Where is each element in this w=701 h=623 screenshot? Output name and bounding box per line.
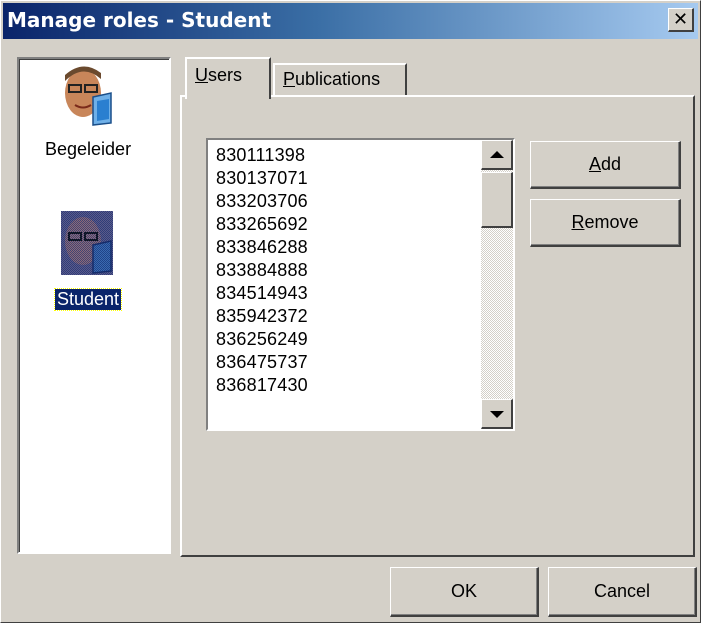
users-list-items: 830111398 830137071 833203706 833265692 …	[216, 144, 308, 397]
ok-button[interactable]: OK	[390, 567, 539, 617]
tab-publications[interactable]: Publications	[273, 63, 407, 97]
add-button[interactable]: Add	[530, 141, 681, 189]
close-icon: ✕	[672, 9, 689, 30]
users-listbox[interactable]: 830111398 830137071 833203706 833265692 …	[206, 138, 515, 431]
tab-users[interactable]: Users	[185, 57, 271, 99]
list-item[interactable]: 833265692	[216, 213, 308, 236]
role-label-student: Student	[53, 288, 123, 311]
list-item[interactable]: 833846288	[216, 236, 308, 259]
scroll-thumb[interactable]	[481, 172, 513, 228]
cancel-button-label: Cancel	[593, 581, 651, 601]
scroll-up-button[interactable]	[481, 140, 513, 170]
add-button-label: Add	[588, 154, 622, 174]
scroll-down-button[interactable]	[481, 399, 513, 429]
person-icon	[61, 211, 113, 275]
vertical-scrollbar[interactable]	[481, 140, 513, 429]
remove-button[interactable]: Remove	[530, 199, 681, 247]
cancel-button[interactable]: Cancel	[548, 567, 697, 617]
list-item[interactable]: 834514943	[216, 282, 308, 305]
close-button[interactable]: ✕	[668, 8, 694, 32]
list-item[interactable]: 830111398	[216, 144, 308, 167]
arrow-up-icon	[490, 151, 504, 158]
list-item[interactable]: 836256249	[216, 328, 308, 351]
window-title: Manage roles - Student	[7, 8, 272, 32]
list-item[interactable]: 835942372	[216, 305, 308, 328]
roles-list[interactable]: Begeleider Student	[17, 57, 171, 554]
list-item[interactable]: 833884888	[216, 259, 308, 282]
person-icon	[61, 63, 113, 127]
list-item[interactable]: 836475737	[216, 351, 308, 374]
list-item[interactable]: 830137071	[216, 167, 308, 190]
remove-button-label: Remove	[571, 212, 639, 232]
role-label-begeleider: Begeleider	[45, 139, 132, 159]
ok-button-label: OK	[450, 581, 477, 601]
title-bar[interactable]: Manage roles - Student ✕	[3, 3, 698, 39]
manage-roles-dialog: Manage roles - Student ✕ Begeleider Stud…	[0, 0, 701, 623]
list-item[interactable]: 836817430	[216, 374, 308, 397]
arrow-down-icon	[490, 411, 504, 418]
list-item[interactable]: 833203706	[216, 190, 308, 213]
tab-publications-label: Publications	[283, 69, 381, 89]
tab-users-label: Users	[195, 65, 243, 85]
